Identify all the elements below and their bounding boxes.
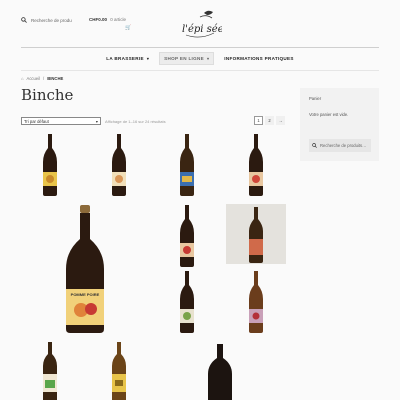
nav-label: INFORMATIONS PRATIQUES xyxy=(224,56,294,61)
page-next[interactable]: → xyxy=(276,116,285,125)
nav-item-informations-pratiques[interactable]: INFORMATIONS PRATIQUES xyxy=(220,52,297,65)
product-bottle-red[interactable] xyxy=(246,134,266,196)
breadcrumb-current: BINCHE xyxy=(47,76,64,81)
site-logo[interactable]: l'épi sée xyxy=(178,8,222,42)
nav-item-la-brasserie[interactable]: LA BRASSERIE ▾ xyxy=(102,52,153,65)
cart-icon[interactable]: 🛒 xyxy=(125,25,131,31)
sidebar-search-widget: Recherche de produits… xyxy=(300,131,379,161)
product-bottle-short-gold[interactable] xyxy=(109,342,129,400)
logo-text: l'épi sée xyxy=(182,24,222,35)
product-bottle-short-dark[interactable] xyxy=(206,344,234,400)
chevron-down-icon: ▾ xyxy=(206,56,210,61)
nav-item-shop-en-ligne[interactable]: SHOP EN LIGNE ▾ xyxy=(159,52,215,65)
header-cart[interactable]: CHF0.00 0 article xyxy=(89,17,126,22)
header-search[interactable]: Recherche de produ xyxy=(21,17,72,23)
sidebar-cart-empty: Votre panier est vide. xyxy=(309,112,349,117)
result-count: Affichage de 1–16 sur 24 résultats xyxy=(105,119,166,124)
page: Recherche de produ CHF0.00 0 article 🛒 l… xyxy=(0,0,400,400)
search-icon xyxy=(312,143,317,148)
header-divider xyxy=(21,47,379,48)
page-2[interactable]: 2 xyxy=(265,116,274,125)
nav-label: LA BRASSERIE xyxy=(106,56,144,61)
main-nav: LA BRASSERIE ▾ SHOP EN LIGNE ▾ INFORMATI… xyxy=(0,52,400,65)
chevron-down-icon: ▾ xyxy=(95,118,98,124)
sidebar-search-input[interactable]: Recherche de produits… xyxy=(309,139,371,152)
breadcrumb: ⌂ Accueil / BINCHE xyxy=(21,76,63,81)
product-bottle-blue[interactable] xyxy=(177,134,197,196)
cart-count: 0 article xyxy=(110,17,127,22)
breadcrumb-home[interactable]: Accueil xyxy=(27,76,41,81)
sidebar-search-placeholder: Recherche de produits… xyxy=(320,143,367,148)
pagination: 1 2 → xyxy=(254,116,285,125)
search-icon xyxy=(21,17,27,23)
cart-amount: CHF0.00 xyxy=(89,17,108,22)
page-1[interactable]: 1 xyxy=(254,116,263,125)
nav-divider xyxy=(21,70,379,71)
sidebar-cart-title: Panier xyxy=(309,96,322,101)
product-bottle-yellow[interactable] xyxy=(40,134,60,196)
sort-label: Tri par défaut xyxy=(24,118,49,124)
product-bottle-peach[interactable] xyxy=(109,134,129,196)
product-bottle-short-green[interactable] xyxy=(40,342,60,400)
product-bottle-apple[interactable] xyxy=(177,205,197,267)
large-label-text: POMME POIRE xyxy=(71,292,100,297)
bird-icon xyxy=(204,10,213,15)
chevron-down-icon: ▾ xyxy=(146,56,150,61)
product-bottle-large-pomme-poire[interactable]: POMME POIRE xyxy=(64,205,106,333)
sort-select[interactable]: Tri par défaut ▾ xyxy=(21,117,101,125)
search-placeholder: Recherche de produ xyxy=(31,17,72,23)
breadcrumb-separator: / xyxy=(43,76,45,81)
product-bottle-green[interactable] xyxy=(177,271,197,333)
sidebar-cart-widget: Panier Votre panier est vide. xyxy=(300,88,379,131)
page-title: Binche xyxy=(21,86,74,104)
product-bottle-amber-red[interactable] xyxy=(246,271,266,333)
home-icon: ⌂ xyxy=(21,76,24,81)
nav-label: SHOP EN LIGNE xyxy=(164,56,204,61)
product-bottle-photo-red[interactable] xyxy=(246,207,266,263)
